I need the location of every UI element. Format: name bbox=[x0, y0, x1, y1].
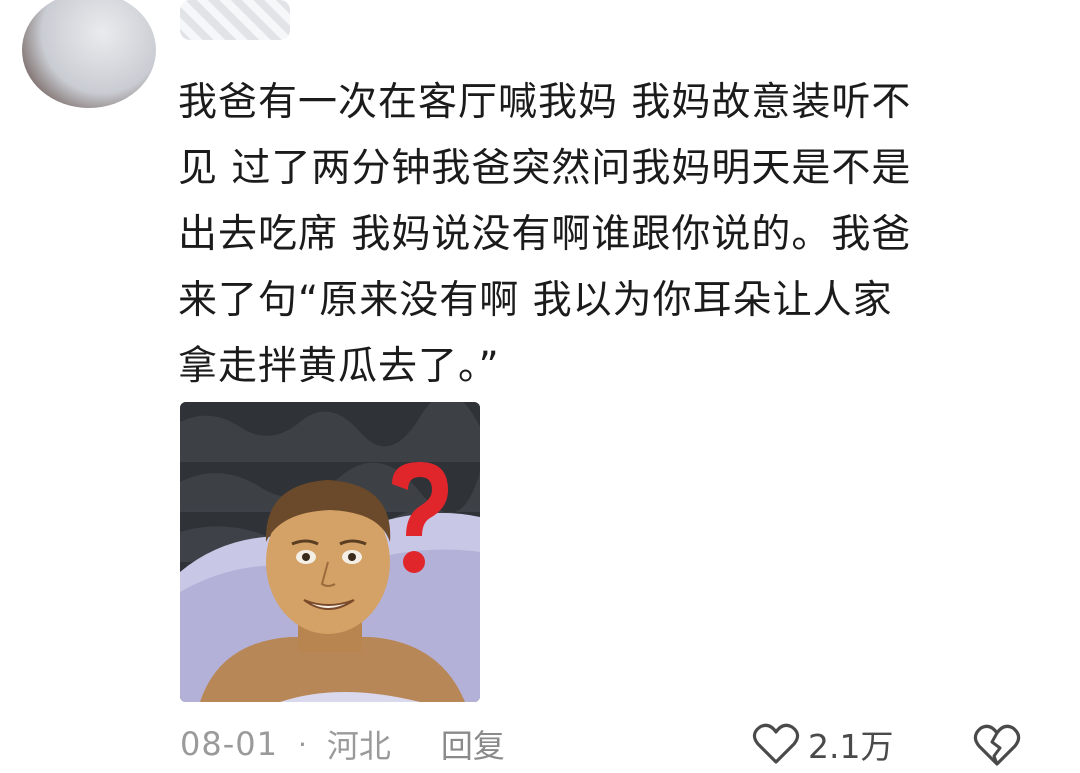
avatar[interactable] bbox=[22, 0, 156, 108]
comment-text-line: 我爸有一次在客厅喊我妈 我妈故意装听不 bbox=[178, 80, 912, 125]
username-blurred bbox=[180, 0, 290, 40]
comment-text-line: 拿走拌黄瓜去了。” bbox=[178, 344, 500, 389]
comment-text-line: 出去吃席 我妈说没有啊谁跟你说的。我爸 bbox=[178, 212, 912, 257]
comment-location: 河北 bbox=[326, 727, 391, 765]
comment-text-line: 见 过了两分钟我爸突然问我妈明天是不是 bbox=[178, 146, 912, 191]
comment-card: 我爸有一次在客厅喊我妈 我妈故意装听不 见 过了两分钟我爸突然问我妈明天是不是 … bbox=[0, 0, 1080, 773]
comment-text-line: 来了句“原来没有啊 我以为你耳朵让人家 bbox=[178, 278, 893, 323]
heart-outline-icon bbox=[752, 723, 800, 764]
comment-meta-row: 08-01 · 河北 回复 bbox=[180, 718, 1050, 770]
attached-meme-image[interactable] bbox=[180, 402, 480, 702]
broken-heart-icon[interactable] bbox=[972, 722, 1022, 768]
comment-date: 08-01 bbox=[180, 725, 278, 763]
like-button[interactable]: 2.1万 bbox=[752, 718, 893, 770]
meme-illustration bbox=[180, 402, 480, 702]
like-count: 2.1万 bbox=[808, 727, 894, 766]
meta-separator: · bbox=[297, 727, 307, 761]
reply-button[interactable]: 回复 bbox=[441, 721, 505, 767]
comment-body: 我爸有一次在客厅喊我妈 我妈故意装听不 见 过了两分钟我爸突然问我妈明天是不是 … bbox=[178, 70, 1018, 400]
